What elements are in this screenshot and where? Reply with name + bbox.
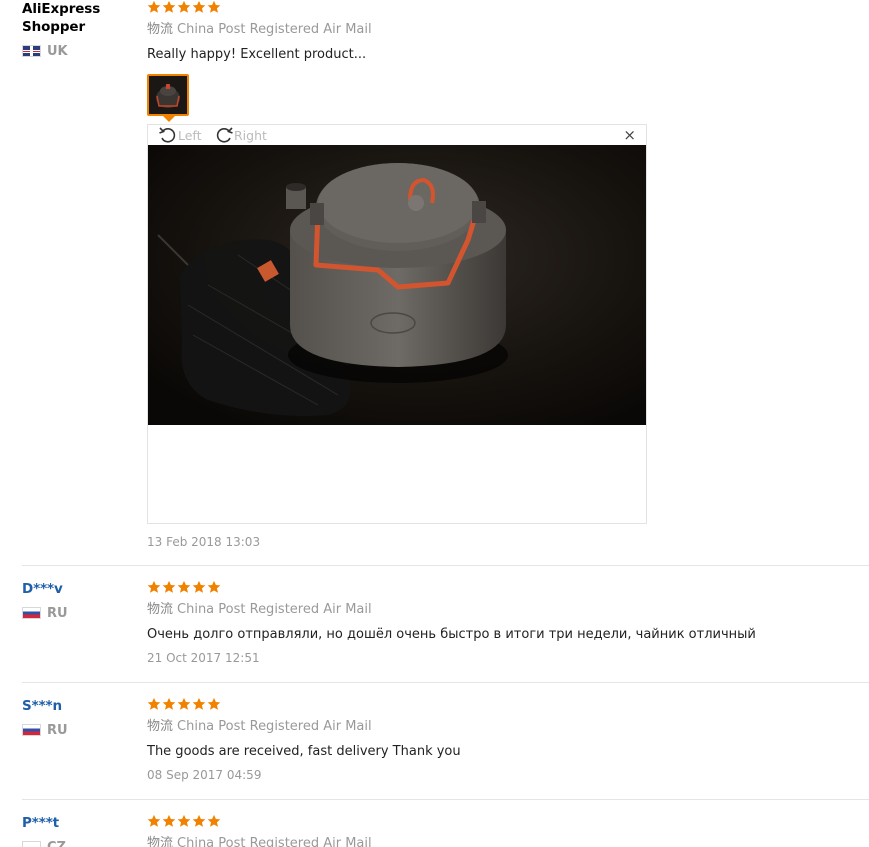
kettle-photo-image — [148, 145, 646, 425]
logistics-method: China Post Registered Air Mail — [177, 836, 372, 847]
reviewer-name[interactable]: S***n — [22, 697, 137, 715]
review-date: 08 Sep 2017 04:59 — [147, 768, 262, 782]
review-divider — [22, 799, 869, 800]
reviewer-country: CZ — [22, 840, 137, 847]
country-code: RU — [47, 605, 68, 621]
thumbnail-pointer — [163, 116, 175, 122]
star-icon — [177, 814, 191, 828]
reviewer-country: UK — [22, 43, 137, 59]
star-icon — [192, 697, 206, 711]
star-icon — [162, 814, 176, 828]
photo-viewer: Left Right × — [147, 124, 647, 524]
star-rating — [147, 814, 857, 830]
star-icon — [147, 814, 161, 828]
star-icon — [162, 697, 176, 711]
star-icon — [192, 814, 206, 828]
cz-flag-icon — [22, 841, 41, 847]
logistics-method: China Post Registered Air Mail — [177, 719, 372, 734]
review-photo-thumbnail[interactable] — [147, 74, 189, 116]
star-icon — [192, 0, 206, 14]
star-icon — [147, 580, 161, 594]
review-divider — [22, 682, 869, 683]
review-item: P***t CZ 物流 China Post Registered Air Mai… — [0, 814, 869, 847]
reviewer-name[interactable]: P***t — [22, 814, 137, 832]
logistics-info: 物流 China Post Registered Air Mail — [147, 836, 857, 847]
close-icon[interactable]: × — [623, 127, 636, 143]
rotate-left-label: Left — [178, 127, 202, 143]
reviewer-info: D***v RU — [22, 580, 137, 621]
star-icon — [162, 580, 176, 594]
rotate-left-icon — [159, 127, 176, 143]
review-item: AliExpress Shopper UK 物流 China Post Regis… — [0, 0, 869, 560]
logistics-method: China Post Registered Air Mail — [177, 22, 372, 37]
review-content: 物流 China Post Registered Air Mail Очень д… — [147, 580, 857, 666]
reviewer-info: AliExpress Shopper UK — [22, 0, 137, 59]
logistics-info: 物流 China Post Registered Air Mail — [147, 719, 857, 735]
country-code: RU — [47, 722, 68, 738]
country-code: UK — [47, 43, 68, 59]
review-photo — [148, 145, 646, 425]
logistics-label: 物流 — [147, 719, 174, 734]
review-divider — [22, 565, 869, 566]
reviewer-name[interactable]: D***v — [22, 580, 137, 598]
reviewer-name: AliExpress Shopper — [22, 1, 101, 35]
ru-flag-icon — [22, 724, 41, 736]
photo-viewer-toolbar: Left Right × — [148, 125, 646, 145]
logistics-label: 物流 — [147, 602, 174, 617]
logistics-info: 物流 China Post Registered Air Mail — [147, 22, 857, 38]
star-icon — [207, 580, 221, 594]
reviewer-country: RU — [22, 605, 137, 621]
rotate-right-label: Right — [234, 127, 267, 143]
star-icon — [177, 697, 191, 711]
star-icon — [177, 580, 191, 594]
review-item: D***v RU 物流 China Post Registered Air Mai… — [0, 580, 869, 680]
review-date: 21 Oct 2017 12:51 — [147, 651, 260, 665]
star-rating — [147, 697, 857, 713]
feedback-text: The goods are received, fast delivery Th… — [147, 744, 461, 759]
rotate-right-icon — [216, 127, 233, 143]
country-code: CZ — [47, 839, 66, 847]
star-icon — [147, 0, 161, 14]
review-item: S***n RU 物流 China Post Registered Air Mai… — [0, 697, 869, 797]
star-icon — [207, 814, 221, 828]
reviewer-info: S***n RU — [22, 697, 137, 738]
star-icon — [192, 580, 206, 594]
rotate-right-button[interactable]: Right — [214, 126, 267, 144]
star-rating — [147, 580, 857, 596]
logistics-label: 物流 — [147, 836, 174, 847]
star-icon — [177, 0, 191, 14]
feedback-text: Очень долго отправляли, но дошёл очень б… — [147, 627, 756, 642]
review-content: 物流 China Post Registered Air Mail The goo… — [147, 697, 857, 783]
uk-flag-icon — [22, 45, 41, 57]
review-date: 13 Feb 2018 13:03 — [147, 535, 261, 549]
star-rating — [147, 0, 857, 16]
logistics-method: China Post Registered Air Mail — [177, 602, 372, 617]
thumbnail-image — [149, 76, 187, 114]
star-icon — [207, 697, 221, 711]
review-content: 物流 China Post Registered Air Mail Really … — [147, 0, 857, 549]
ru-flag-icon — [22, 607, 41, 619]
star-icon — [207, 0, 221, 14]
review-content: 物流 China Post Registered Air Mail — [147, 814, 857, 847]
logistics-info: 物流 China Post Registered Air Mail — [147, 602, 857, 618]
reviewer-country: RU — [22, 722, 137, 738]
feedback-text: Really happy! Excellent product... — [147, 47, 367, 62]
star-icon — [162, 0, 176, 14]
star-icon — [147, 697, 161, 711]
rotate-left-button[interactable]: Left — [158, 126, 202, 144]
reviewer-info: P***t CZ — [22, 814, 137, 847]
logistics-label: 物流 — [147, 22, 174, 37]
